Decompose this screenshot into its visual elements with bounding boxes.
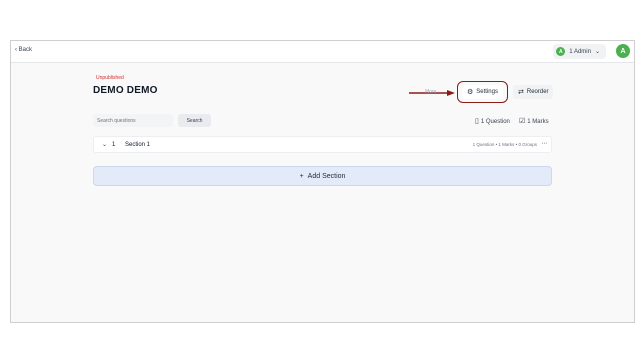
question-count: ▯ 1 Question xyxy=(475,118,510,125)
marks-count-label: 1 Marks xyxy=(527,118,549,125)
section-row[interactable]: ⌄ 1 Section 1 1 Question • 1 Marks • 0 G… xyxy=(93,136,552,153)
gear-icon: ⚙ xyxy=(467,88,474,96)
more-horizontal-icon[interactable]: ··· xyxy=(542,140,548,147)
checkbox-icon: ☑ xyxy=(519,118,526,125)
back-button[interactable]: ‹ Back xyxy=(15,47,32,53)
section-number: 1 xyxy=(112,142,116,148)
plus-icon: + xyxy=(299,172,304,180)
reorder-label: Reorder xyxy=(526,89,549,95)
question-count-label: 1 Question xyxy=(480,118,510,125)
app-window: ‹ Back A 1 Admin ⌄ A Unpublished DEMO DE… xyxy=(10,40,635,323)
settings-button[interactable]: ⚙ Settings xyxy=(462,85,503,99)
status-badge: Unpublished xyxy=(96,75,124,81)
settings-label: Settings xyxy=(476,89,498,95)
admin-label: 1 Admin xyxy=(569,48,591,55)
section-name: Section 1 xyxy=(125,142,151,148)
back-label: Back xyxy=(18,47,33,53)
chevron-down-icon[interactable]: ⌄ xyxy=(102,141,107,148)
reorder-icon: ⇄ xyxy=(518,88,524,96)
page-title: DEMO DEMO xyxy=(93,85,158,96)
admin-avatar: A xyxy=(556,47,566,56)
more-button[interactable]: More xyxy=(425,89,436,95)
top-bar: ‹ Back A 1 Admin ⌄ A xyxy=(11,41,634,63)
add-section-label: Add Section xyxy=(307,172,346,180)
search-button[interactable]: Search xyxy=(178,114,211,127)
book-icon: ▯ xyxy=(475,118,479,125)
add-section-button[interactable]: + Add Section xyxy=(93,166,552,186)
reorder-button[interactable]: ⇄ Reorder xyxy=(513,85,553,99)
user-avatar[interactable]: A xyxy=(616,44,630,58)
marks-count: ☑ 1 Marks xyxy=(519,118,549,125)
chevron-down-icon: ⌄ xyxy=(594,49,600,55)
search-input[interactable] xyxy=(93,114,173,127)
section-stats: 1 Question • 1 Marks • 0 Groups xyxy=(472,142,537,147)
admin-dropdown[interactable]: A 1 Admin ⌄ xyxy=(553,44,606,59)
